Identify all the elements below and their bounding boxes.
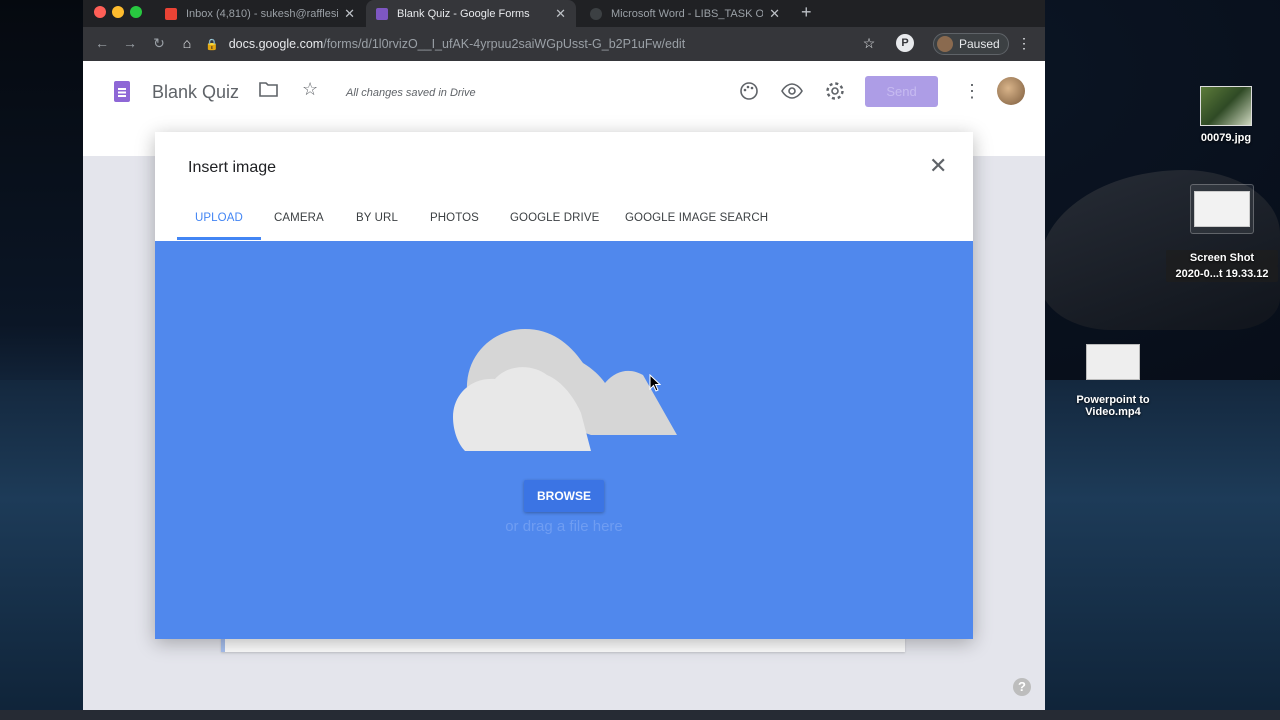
photo-thumbnail — [1200, 86, 1252, 126]
desktop-file-screenshot-label: Screen Shot 2020-0...t 19.33.12 — [1166, 250, 1278, 282]
home-icon[interactable]: ⌂ — [178, 35, 196, 51]
desktop-file-screenshot[interactable] — [1190, 184, 1254, 234]
browser-toolbar: ← → ↻ ⌂ 🔒 docs.google.com /forms/d/1l0rv… — [83, 27, 1045, 61]
settings-gear-icon[interactable] — [825, 81, 845, 106]
dialog-tabs: UPLOAD CAMERA BY URL PHOTOS GOOGLE DRIVE… — [155, 212, 973, 242]
account-avatar[interactable] — [997, 77, 1025, 105]
tab-google-forms[interactable]: Blank Quiz - Google Forms ✕ — [366, 0, 576, 27]
address-bar[interactable]: 🔒 docs.google.com /forms/d/1l0rvizO__I_u… — [205, 32, 885, 56]
macos-dock — [0, 710, 1280, 720]
desktop-file-label: 00079.jpg — [1200, 132, 1252, 144]
close-icon[interactable]: ✕ — [344, 6, 355, 22]
close-icon[interactable]: ✕ — [555, 6, 566, 22]
forward-icon[interactable]: → — [121, 35, 139, 51]
tab-upload[interactable]: UPLOAD — [177, 212, 261, 241]
new-tab-button[interactable]: + — [801, 2, 812, 23]
close-icon[interactable]: ✕ — [769, 6, 780, 22]
profile-avatar — [937, 36, 953, 52]
window-zoom-button[interactable] — [130, 6, 142, 18]
palette-icon[interactable] — [739, 81, 759, 106]
gmail-icon — [165, 7, 177, 20]
globe-icon — [590, 7, 602, 20]
forms-logo-icon[interactable] — [114, 81, 130, 102]
desktop-file-video[interactable]: Powerpoint to Video.mp4 — [1070, 344, 1156, 418]
upload-dropzone[interactable]: BROWSE or drag a file here — [155, 241, 973, 639]
screenshot-thumbnail — [1194, 191, 1250, 227]
preview-eye-icon[interactable] — [781, 81, 803, 106]
tab-google-drive[interactable]: GOOGLE DRIVE — [510, 212, 599, 241]
form-title[interactable]: Blank Quiz — [152, 82, 239, 103]
lock-icon: 🔒 — [205, 38, 219, 51]
forms-page: Blank Quiz ☆ All changes saved in Drive … — [83, 61, 1045, 710]
save-status: All changes saved in Drive — [346, 87, 476, 99]
tab-strip: Inbox (4,810) - sukesh@rafflesia ✕ Blank… — [83, 0, 1045, 27]
profile-chip[interactable]: Paused — [933, 33, 1009, 55]
drag-hint: or drag a file here — [505, 518, 623, 535]
pinterest-icon[interactable]: P — [896, 34, 914, 52]
tab-by-url[interactable]: BY URL — [356, 212, 398, 241]
browser-menu-icon[interactable]: ⋮ — [1015, 35, 1033, 52]
bookmark-star-icon[interactable]: ☆ — [860, 35, 878, 52]
forms-icon — [376, 7, 388, 20]
back-icon[interactable]: ← — [93, 35, 111, 51]
dialog-title: Insert image — [188, 159, 277, 176]
browse-button[interactable]: BROWSE — [524, 480, 604, 512]
tab-camera[interactable]: CAMERA — [274, 212, 324, 241]
reload-icon[interactable]: ↻ — [150, 35, 168, 52]
desktop-file-photo[interactable]: 00079.jpg — [1186, 86, 1266, 144]
folder-icon[interactable] — [259, 81, 278, 102]
mouse-cursor-icon — [649, 374, 661, 392]
window-close-button[interactable] — [94, 6, 106, 18]
insert-image-dialog: Insert image ✕ UPLOAD CAMERA BY URL PHOT… — [155, 132, 973, 639]
tab-photos[interactable]: PHOTOS — [430, 212, 479, 241]
help-icon[interactable]: ? — [1013, 678, 1031, 696]
tab-gmail[interactable]: Inbox (4,810) - sukesh@rafflesia ✕ — [155, 0, 365, 27]
video-thumbnail — [1086, 344, 1140, 380]
tab-word[interactable]: Microsoft Word - LIBS_TASK OIC ✕ — [580, 0, 790, 27]
more-vert-icon[interactable]: ⋮ — [963, 81, 981, 102]
send-button[interactable]: Send — [865, 76, 938, 107]
tab-google-image-search[interactable]: GOOGLE IMAGE SEARCH — [625, 212, 768, 241]
window-minimize-button[interactable] — [112, 6, 124, 18]
star-icon[interactable]: ☆ — [302, 79, 318, 100]
close-icon[interactable]: ✕ — [929, 155, 947, 177]
cloud-upload-icon — [453, 329, 677, 451]
browser-window: Inbox (4,810) - sukesh@rafflesia ✕ Blank… — [83, 0, 1045, 710]
